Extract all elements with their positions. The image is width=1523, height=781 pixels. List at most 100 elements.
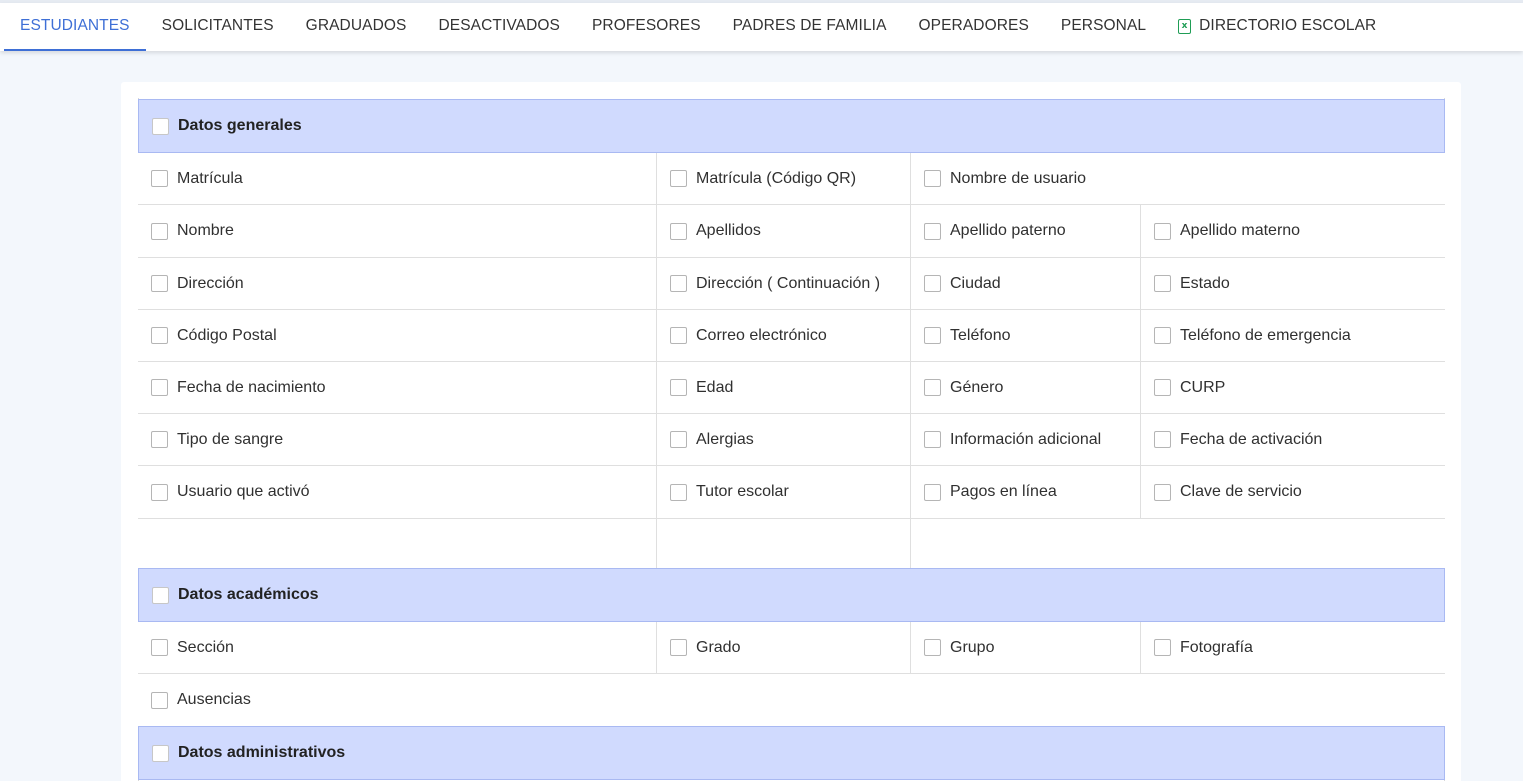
field-label: Clave de servicio xyxy=(1180,483,1302,500)
field-row: Código Postal Correo electrónico Teléfon… xyxy=(138,310,1445,362)
field-label: Teléfono de emergencia xyxy=(1180,326,1351,344)
field-checkbox[interactable] xyxy=(151,327,168,344)
tab-label: DESACTIVADOS xyxy=(438,17,560,34)
tab-label: PERSONAL xyxy=(1060,17,1147,34)
field-label: Fecha de activación xyxy=(1180,430,1323,448)
field-checkbox[interactable] xyxy=(1154,483,1171,501)
field-row: Sección Grado Grupo Fotografía xyxy=(138,622,1445,674)
field-row: Usuario que activó Tutor escolar Pagos e… xyxy=(138,466,1445,519)
section-checkbox-academic[interactable] xyxy=(152,586,169,604)
field-label: Pagos en línea xyxy=(950,483,1057,500)
field-label: Ausencias xyxy=(177,691,251,708)
field-checkbox[interactable] xyxy=(151,691,168,709)
field-cell: Información adicional xyxy=(911,414,1141,465)
field-checkbox[interactable] xyxy=(151,170,168,187)
field-cell: Matrícula (Código QR) xyxy=(657,153,911,204)
field-checkbox[interactable] xyxy=(151,379,168,396)
field-label: Grupo xyxy=(950,638,995,656)
field-checkbox[interactable] xyxy=(924,483,941,501)
field-checkbox[interactable] xyxy=(151,222,168,240)
field-label: Usuario que activó xyxy=(177,483,310,500)
field-checkbox[interactable] xyxy=(670,275,687,292)
field-cell: Grado xyxy=(657,622,911,673)
field-checkbox[interactable] xyxy=(670,639,687,656)
tab-padres-de-familia[interactable]: PADRES DE FAMILIA xyxy=(717,3,903,51)
field-label: Dirección ( Continuación ) xyxy=(696,274,881,292)
section-checkbox-general[interactable] xyxy=(152,117,169,135)
field-checkbox[interactable] xyxy=(670,222,687,240)
field-cell: Nombre xyxy=(138,205,657,257)
field-checkbox[interactable] xyxy=(151,483,168,501)
field-label: Género xyxy=(950,378,1004,396)
field-checkbox[interactable] xyxy=(924,275,941,292)
field-checkbox[interactable] xyxy=(1154,275,1171,292)
section-header-admin: Datos administrativos xyxy=(138,726,1445,780)
field-label: Edad xyxy=(696,378,734,396)
field-checkbox[interactable] xyxy=(151,639,168,656)
field-checkbox[interactable] xyxy=(670,379,687,396)
field-label: Nombre de usuario xyxy=(950,169,1087,187)
empty-cell xyxy=(657,519,911,568)
field-cell: Apellido materno xyxy=(1141,205,1445,257)
field-label: CURP xyxy=(1180,378,1226,396)
field-label: Código Postal xyxy=(177,326,277,344)
tab-bar: ESTUDIANTES SOLICITANTES GRADUADOS DESAC… xyxy=(0,3,1523,51)
field-checkbox[interactable] xyxy=(670,483,687,501)
tab-estudiantes[interactable]: ESTUDIANTES xyxy=(4,3,146,51)
field-checkbox[interactable] xyxy=(151,275,168,292)
field-cell: Sección xyxy=(138,622,657,673)
field-checkbox[interactable] xyxy=(1154,222,1171,240)
field-row: Tipo de sangre Alergias Información adic… xyxy=(138,414,1445,466)
tab-directorio-escolar[interactable]: x DIRECTORIO ESCOLAR xyxy=(1162,3,1392,51)
field-checkbox[interactable] xyxy=(924,170,941,187)
field-cell: Alergias xyxy=(657,414,911,465)
tab-desactivados[interactable]: DESACTIVADOS xyxy=(422,3,576,51)
field-label: Grado xyxy=(696,638,741,656)
field-cell: Teléfono de emergencia xyxy=(1141,310,1445,361)
field-cell: Dirección xyxy=(138,258,657,309)
field-checkbox[interactable] xyxy=(670,327,687,344)
field-label: Tutor escolar xyxy=(696,483,789,500)
field-label: Apellido materno xyxy=(1180,222,1301,239)
section-checkbox-admin[interactable] xyxy=(152,744,169,762)
tab-graduados[interactable]: GRADUADOS xyxy=(290,3,423,51)
field-checkbox[interactable] xyxy=(1154,327,1171,344)
tab-solicitantes[interactable]: SOLICITANTES xyxy=(146,3,290,51)
section-title: Datos administrativos xyxy=(178,744,346,761)
field-label: Teléfono xyxy=(950,326,1011,344)
field-cell: Tipo de sangre xyxy=(138,414,657,465)
field-cell: Fecha de nacimiento xyxy=(138,362,657,413)
field-checkbox[interactable] xyxy=(924,431,941,448)
excel-file-icon: x xyxy=(1178,18,1192,34)
field-row: Ausencias xyxy=(138,674,1445,726)
tab-label: SOLICITANTES xyxy=(161,17,274,34)
field-label: Dirección xyxy=(177,274,244,292)
field-cell: Grupo xyxy=(911,622,1141,673)
field-checkbox[interactable] xyxy=(151,431,168,448)
empty-row xyxy=(138,519,1445,568)
field-cell: Usuario que activó xyxy=(138,466,657,518)
field-label: Fecha de nacimiento xyxy=(177,378,326,396)
tab-label: DIRECTORIO ESCOLAR xyxy=(1199,17,1377,34)
field-checkbox[interactable] xyxy=(1154,639,1171,656)
field-checkbox[interactable] xyxy=(1154,379,1171,396)
tab-profesores[interactable]: PROFESORES xyxy=(576,3,717,51)
tab-label: GRADUADOS xyxy=(305,17,407,34)
field-cell: CURP xyxy=(1141,362,1445,413)
field-checkbox[interactable] xyxy=(924,379,941,396)
field-checkbox[interactable] xyxy=(924,222,941,240)
section-title: Datos generales xyxy=(178,117,302,134)
field-label: Fotografía xyxy=(1180,638,1253,656)
field-cell: Matrícula xyxy=(138,153,657,204)
tab-personal[interactable]: PERSONAL xyxy=(1045,3,1162,51)
field-cell: Fecha de activación xyxy=(1141,414,1445,465)
field-label: Información adicional xyxy=(950,430,1102,448)
field-cell: Nombre de usuario xyxy=(911,153,1445,204)
field-checkbox[interactable] xyxy=(1154,431,1171,448)
field-checkbox[interactable] xyxy=(670,170,687,187)
tab-operadores[interactable]: OPERADORES xyxy=(903,3,1045,51)
field-checkbox[interactable] xyxy=(670,431,687,448)
field-checkbox[interactable] xyxy=(924,327,941,344)
field-checkbox[interactable] xyxy=(924,639,941,656)
field-label: Matrícula (Código QR) xyxy=(696,169,857,187)
